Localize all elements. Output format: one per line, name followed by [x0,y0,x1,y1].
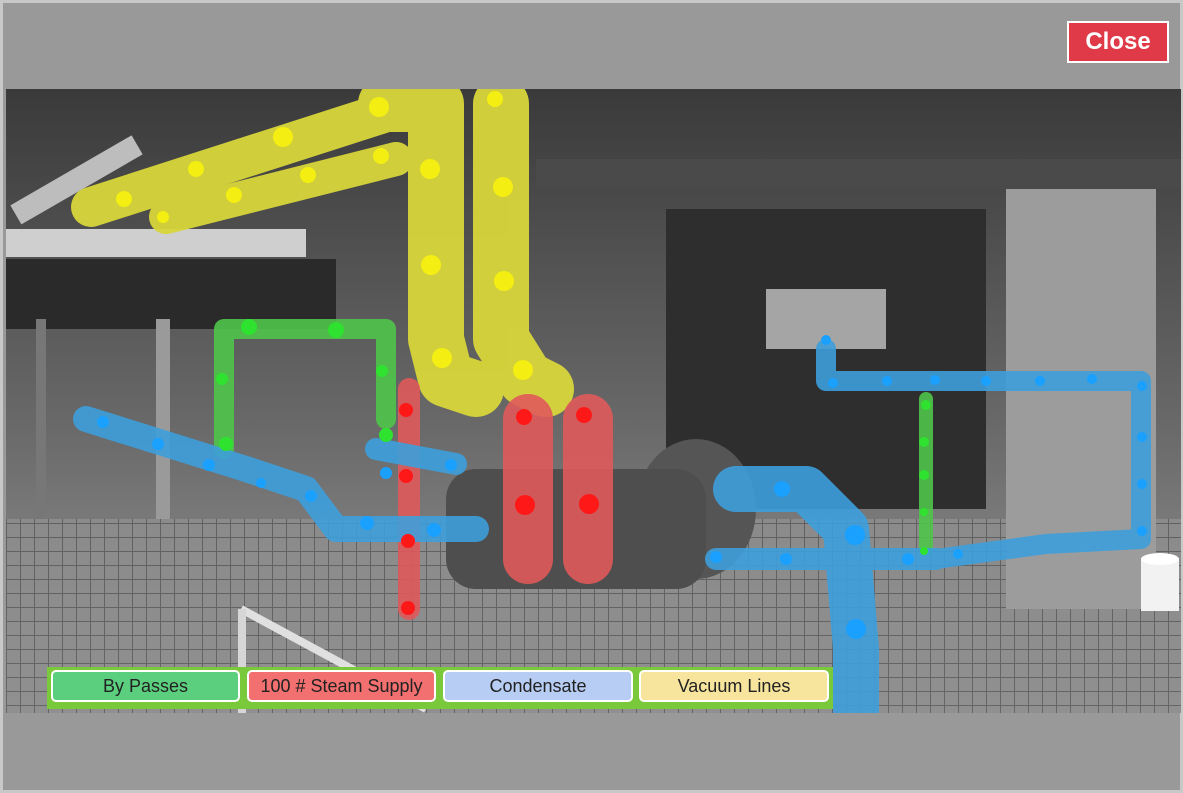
pipe-photo [6,89,1181,713]
legend-vacuum-lines-button[interactable]: Vacuum Lines [639,670,829,702]
legend-by-passes-button[interactable]: By Passes [51,670,240,702]
close-button[interactable]: Close [1067,21,1169,63]
legend-bar: By Passes 100 # Steam Supply Condensate … [47,667,833,709]
legend-steam-supply-button[interactable]: 100 # Steam Supply [247,670,436,702]
pipe-legend-dialog: Close By Passes 100 # Steam Supply Conde… [0,0,1183,793]
pipe-photo-illustration [6,89,1181,713]
legend-condensate-button[interactable]: Condensate [443,670,633,702]
